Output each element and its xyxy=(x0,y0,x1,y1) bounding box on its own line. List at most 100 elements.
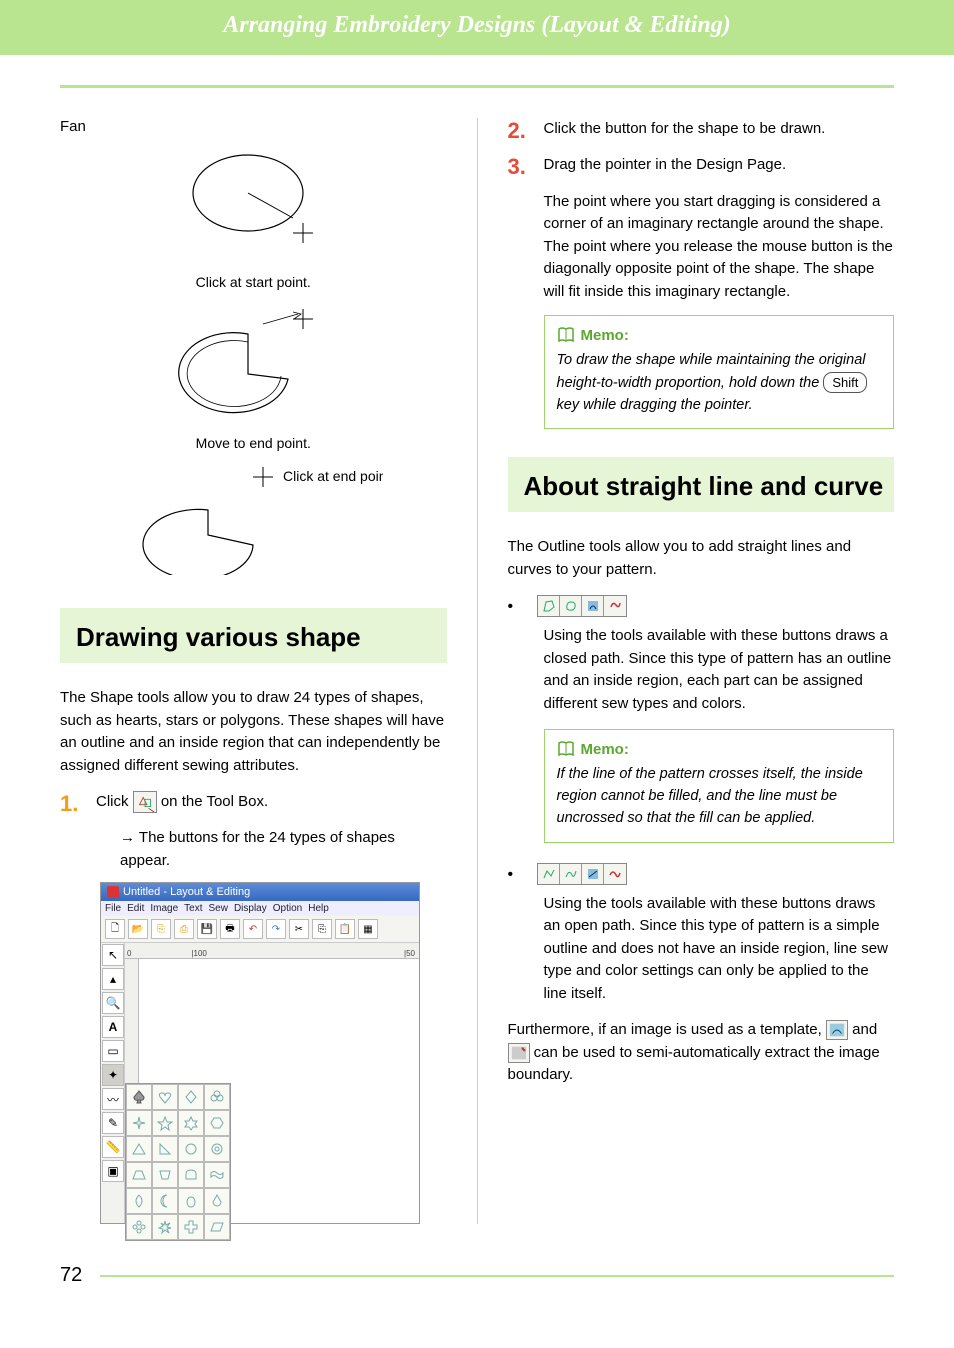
toolbar-export-icon[interactable]: ⎙ xyxy=(174,919,194,939)
step2-text: Click the button for the shape to be dra… xyxy=(544,118,895,141)
open-poly-icon[interactable] xyxy=(538,864,560,884)
toolbar-copy-icon[interactable]: ⎘ xyxy=(312,919,332,939)
shape-diamond-icon[interactable] xyxy=(178,1084,204,1110)
memo1-head: Memo: xyxy=(581,327,629,344)
chapter-banner: Arranging Embroidery Designs (Layout & E… xyxy=(0,0,954,55)
toolbar-more-icon[interactable]: ▦ xyxy=(358,919,378,939)
open-auto-icon[interactable] xyxy=(582,864,604,884)
toolbar-import-icon[interactable]: ⎘ xyxy=(151,919,171,939)
footer-rule xyxy=(100,1275,894,1277)
menubar: File Edit Image Text Sew Display Option … xyxy=(101,901,419,916)
shape-ring-icon[interactable] xyxy=(204,1136,230,1162)
menu-file[interactable]: File xyxy=(105,903,121,914)
zoom-tool-icon[interactable]: 🔍 xyxy=(102,992,124,1014)
shape-trapezoid-icon[interactable] xyxy=(126,1162,152,1188)
shape-star5-icon[interactable] xyxy=(152,1110,178,1136)
open-curve-icon[interactable] xyxy=(560,864,582,884)
step-1: 1. Click on the Tool Box. xyxy=(60,791,447,817)
shape-parallelogram-icon[interactable] xyxy=(204,1214,230,1240)
shape-star4-icon[interactable] xyxy=(126,1110,152,1136)
toolbar-new-icon[interactable]: 🗋 xyxy=(105,919,125,939)
memo-box-2: Memo: If the line of the pattern crosses… xyxy=(544,729,895,842)
top-rule xyxy=(60,85,894,88)
closed-auto-icon[interactable] xyxy=(582,596,604,616)
toolbar-redo-icon[interactable]: ↷ xyxy=(266,919,286,939)
shape-star6-icon[interactable] xyxy=(178,1110,204,1136)
fan-label: Fan xyxy=(60,118,447,135)
chapter-title: Arranging Embroidery Designs (Layout & E… xyxy=(223,12,730,38)
template-open-icon xyxy=(508,1043,530,1063)
toolbar-paste-icon[interactable]: 📋 xyxy=(335,919,355,939)
menu-text[interactable]: Text xyxy=(184,903,202,914)
step1-pre: Click xyxy=(96,793,133,810)
shape-moon-icon[interactable] xyxy=(152,1188,178,1214)
shape-leaf-icon[interactable] xyxy=(126,1188,152,1214)
shape-arch-icon[interactable] xyxy=(178,1162,204,1188)
shape-club-icon[interactable] xyxy=(204,1084,230,1110)
column-divider xyxy=(477,118,478,1224)
menu-display[interactable]: Display xyxy=(234,903,267,914)
menu-image[interactable]: Image xyxy=(150,903,178,914)
shape-drop-icon[interactable] xyxy=(204,1188,230,1214)
shape-egg-icon[interactable] xyxy=(178,1188,204,1214)
heading-shapes: Drawing various shape xyxy=(60,608,447,663)
shape-cup-icon[interactable] xyxy=(152,1162,178,1188)
toolbar-print-icon[interactable]: 🖶 xyxy=(220,919,240,939)
menu-edit[interactable]: Edit xyxy=(127,903,144,914)
toolbar-undo-icon[interactable]: ↶ xyxy=(243,919,263,939)
figure-fan-end: Click at end point. xyxy=(60,465,447,580)
pointer-tool-icon[interactable]: ↖ xyxy=(102,944,124,966)
memo1-post: key while dragging the pointer. xyxy=(557,397,753,413)
step-3: 3. Drag the pointer in the Design Page. … xyxy=(508,154,895,303)
page-footer: 72 xyxy=(60,1264,894,1287)
bullet-closed: • xyxy=(508,599,514,617)
node-tool-icon[interactable]: ▴ xyxy=(102,968,124,990)
stamp-tool-icon[interactable]: ▣ xyxy=(102,1160,124,1182)
template-para: Furthermore, if an image is used as a te… xyxy=(508,1019,895,1087)
shape-spade-icon[interactable] xyxy=(126,1084,152,1110)
shape-triangle-icon[interactable] xyxy=(126,1136,152,1162)
bullet-open: • xyxy=(508,867,514,885)
shape-burst-icon[interactable] xyxy=(152,1214,178,1240)
step-number-1: 1. xyxy=(60,791,84,817)
menu-help[interactable]: Help xyxy=(308,903,329,914)
shape-wave-icon[interactable] xyxy=(204,1162,230,1188)
heading-line: About straight line and curve xyxy=(508,457,895,512)
app-screenshot: Untitled - Layout & Editing File Edit Im… xyxy=(100,882,420,1224)
shift-key: Shift xyxy=(823,372,867,394)
toolbar-cut-icon[interactable]: ✂ xyxy=(289,919,309,939)
step-number-2: 2. xyxy=(508,118,532,144)
svg-text:Click at end point.: Click at end point. xyxy=(283,468,383,484)
toolbar-open-icon[interactable]: 📂 xyxy=(128,919,148,939)
menu-sew[interactable]: Sew xyxy=(209,903,228,914)
caption-move: Move to end point. xyxy=(60,435,447,451)
shape-heart-icon[interactable] xyxy=(152,1084,178,1110)
measure-tool-icon[interactable]: 📏 xyxy=(102,1136,124,1158)
outline-tool-icon[interactable]: 〰 xyxy=(102,1088,124,1110)
shape-cross-icon[interactable] xyxy=(178,1214,204,1240)
open-free-icon[interactable] xyxy=(604,864,626,884)
shape-hexagon-icon[interactable] xyxy=(204,1110,230,1136)
closed-curve-icon[interactable] xyxy=(560,596,582,616)
closed-poly-icon[interactable] xyxy=(538,596,560,616)
rect-tool-icon[interactable]: ▭ xyxy=(102,1040,124,1062)
text-tool-icon[interactable]: A xyxy=(102,1016,124,1038)
closed-path-buttons xyxy=(537,595,627,617)
page-number: 72 xyxy=(60,1264,82,1287)
closed-para: Using the tools available with these but… xyxy=(544,625,895,715)
caption-start: Click at start point. xyxy=(60,274,447,290)
shape-tool-icon[interactable]: ✦ xyxy=(102,1064,124,1086)
tool-sidebar: ↖ ▴ 🔍 A ▭ ✦ 〰 ✎ 📏 ▣ xyxy=(101,943,125,1223)
punch-tool-icon[interactable]: ✎ xyxy=(102,1112,124,1134)
shape-right-tri-icon[interactable] xyxy=(152,1136,178,1162)
step1-sub: The buttons for the 24 types of shapes a… xyxy=(120,827,447,872)
shape-circle-icon[interactable] xyxy=(178,1136,204,1162)
shape-flyout-grid xyxy=(125,1083,231,1241)
book-icon xyxy=(557,740,575,758)
closed-free-icon[interactable] xyxy=(604,596,626,616)
toolbar-save-icon[interactable]: 💾 xyxy=(197,919,217,939)
shape-flower-icon[interactable] xyxy=(126,1214,152,1240)
heading-line-text: About straight line and curve xyxy=(524,471,887,502)
step-2: 2. Click the button for the shape to be … xyxy=(508,118,895,144)
menu-option[interactable]: Option xyxy=(273,903,302,914)
